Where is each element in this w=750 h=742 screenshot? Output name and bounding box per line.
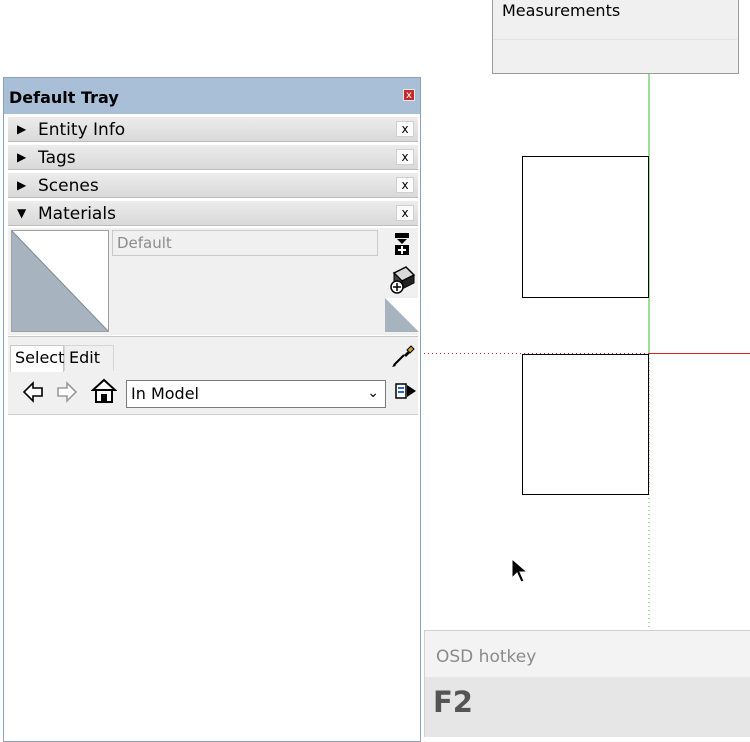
panel-label: Entity Info: [38, 120, 126, 140]
collapsed-arrow-icon: ▶: [17, 150, 27, 164]
measurements-box[interactable]: Measurements: [492, 0, 739, 74]
tray-close-button[interactable]: x: [403, 89, 415, 101]
details-menu-icon[interactable]: [394, 380, 418, 406]
close-panel-button[interactable]: x: [396, 177, 414, 193]
material-name-field[interactable]: Default: [112, 230, 378, 256]
collapsed-arrow-icon: ▶: [17, 122, 27, 136]
close-panel-button[interactable]: x: [396, 205, 414, 221]
collection-dropdown[interactable]: In Model ⌄: [126, 380, 386, 408]
back-arrow-icon[interactable]: [22, 381, 44, 403]
default-swatch-graphic: [12, 231, 108, 331]
rectangle-lower[interactable]: [522, 354, 649, 495]
paint-bucket-icon[interactable]: [388, 265, 416, 295]
panel-header-entity-info[interactable]: ▶ Entity Info x: [8, 116, 418, 142]
close-panel-button[interactable]: x: [396, 149, 414, 165]
expanded-arrow-icon: ▼: [17, 206, 27, 220]
measurements-label: Measurements: [502, 1, 621, 20]
rectangle-upper[interactable]: [522, 156, 649, 298]
default-tray: Default Tray x ▶ Entity Info x ▶ Tags x …: [3, 77, 421, 742]
eyedropper-icon[interactable]: [390, 343, 416, 369]
tray-title-bar[interactable]: Default Tray x: [4, 78, 420, 114]
collection-dropdown-value: In Model: [131, 384, 199, 403]
arrow-cursor: [511, 557, 529, 583]
measurements-divider: [494, 39, 737, 40]
tab-edit[interactable]: Edit: [64, 345, 114, 371]
chevron-down-icon: ⌄: [367, 385, 379, 401]
materials-list-area[interactable]: [8, 415, 418, 740]
osd-key: F2: [433, 685, 473, 719]
material-swatch[interactable]: [11, 230, 109, 332]
panel-header-scenes[interactable]: ▶ Scenes x: [8, 172, 418, 198]
materials-tabs-row: Select Edit: [8, 336, 418, 373]
osd-hotkey-panel: OSD hotkey F2: [424, 630, 750, 737]
panel-label: Tags: [38, 148, 76, 168]
tray-title: Default Tray: [9, 88, 119, 107]
create-material-icon[interactable]: [394, 232, 410, 256]
home-icon[interactable]: [90, 378, 118, 404]
close-panel-button[interactable]: x: [396, 121, 414, 137]
panel-header-materials[interactable]: ▼ Materials x: [8, 200, 418, 226]
materials-nav-row: In Model ⌄: [8, 372, 418, 415]
forward-arrow-icon[interactable]: [56, 381, 78, 403]
tab-select[interactable]: Select: [10, 345, 64, 373]
osd-header: OSD hotkey: [425, 631, 750, 677]
panel-label: Materials: [38, 204, 116, 224]
panel-label: Scenes: [38, 176, 99, 196]
osd-label: OSD hotkey: [436, 647, 537, 667]
materials-preview-area: Default: [8, 228, 419, 335]
panel-header-tags[interactable]: ▶ Tags x: [8, 144, 418, 170]
default-material-icon[interactable]: [385, 298, 419, 332]
collapsed-arrow-icon: ▶: [17, 178, 27, 192]
